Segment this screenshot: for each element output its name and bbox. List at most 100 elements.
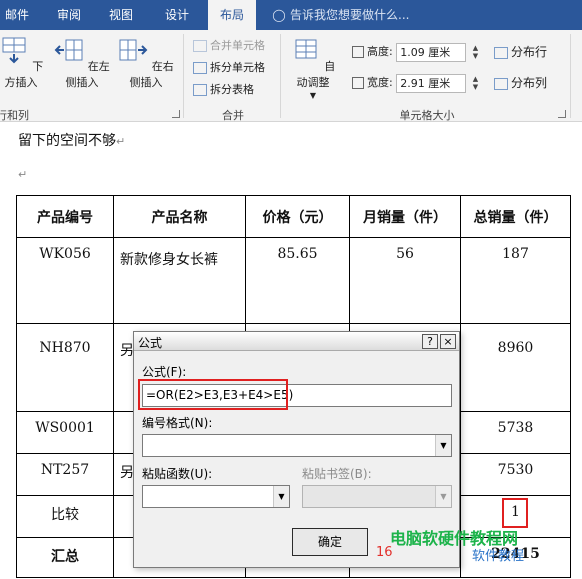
header-cell[interactable]: 产品名称 bbox=[113, 195, 246, 238]
rows-cols-launcher-icon[interactable] bbox=[172, 110, 180, 118]
table-cell[interactable]: 8960 bbox=[460, 323, 571, 412]
paste-function-select[interactable]: ▼ bbox=[142, 485, 290, 508]
height-arrows[interactable]: ▲ ▼ bbox=[470, 43, 482, 62]
row-height-icon bbox=[352, 46, 364, 58]
insert-left-icon bbox=[54, 39, 83, 61]
merge-cells-button[interactable]: 合并单元格 bbox=[193, 36, 265, 56]
group-label-cell-size: 单元格大小 bbox=[399, 109, 455, 122]
watermark-number: 16 bbox=[376, 545, 393, 560]
paragraph-line: 留下的空间不够↵ bbox=[18, 130, 125, 150]
group-separator bbox=[280, 34, 281, 118]
merge-cells-label: 合并单元格 bbox=[210, 39, 265, 52]
spin-up-icon[interactable]: ▲ bbox=[473, 75, 478, 83]
chevron-down-icon[interactable]: ▼ bbox=[273, 486, 289, 507]
table-cell[interactable]: 汇总 bbox=[16, 537, 114, 578]
height-label: 高度: bbox=[367, 45, 393, 58]
help-button[interactable]: ? bbox=[422, 334, 438, 349]
tab-layout[interactable]: 布局 bbox=[208, 0, 256, 30]
distribute-rows-icon bbox=[494, 46, 508, 59]
tell-me-text: 告诉我您想要做什么... bbox=[290, 8, 410, 22]
distribute-rows-button[interactable]: 分布行 bbox=[494, 42, 547, 62]
chevron-down-icon[interactable]: ▼ bbox=[435, 435, 451, 456]
split-table-button[interactable]: 拆分表格 bbox=[193, 80, 254, 100]
paste-bookmark-select: ▼ bbox=[302, 485, 452, 508]
split-cells-label: 拆分单元格 bbox=[210, 61, 265, 74]
height-spinner[interactable]: 高度: 1.09 厘米 ▲ ▼ bbox=[352, 42, 482, 62]
paste-function-label: 粘贴函数(U): bbox=[142, 467, 213, 481]
tab-mailings[interactable]: 邮件 bbox=[0, 0, 34, 30]
chevron-down-icon: ▼ bbox=[435, 486, 451, 507]
insert-right-label: 在右侧插入 bbox=[129, 60, 174, 89]
table-cell[interactable]: NT257 bbox=[16, 453, 114, 496]
insert-left-button[interactable]: 在左侧插入 bbox=[52, 36, 112, 96]
close-button[interactable]: × bbox=[440, 334, 456, 349]
width-input[interactable]: 2.91 厘米 bbox=[396, 73, 467, 93]
header-cell[interactable]: 总销量（件） bbox=[460, 195, 571, 238]
autofit-label: 自动调整 bbox=[296, 60, 336, 89]
autofit-button[interactable]: 自动调整 ▼ bbox=[286, 36, 340, 100]
distribute-cols-button[interactable]: 分布列 bbox=[494, 73, 547, 93]
paragraph-mark-icon: ↵ bbox=[18, 168, 28, 181]
dialog-title-bar[interactable]: 公式 ? × bbox=[134, 332, 459, 351]
dialog-title: 公式 bbox=[138, 336, 163, 350]
tell-me-box[interactable]: ◯ 告诉我您想要做什么... bbox=[272, 0, 409, 30]
width-arrows[interactable]: ▲ ▼ bbox=[470, 74, 482, 93]
formula-highlight-box bbox=[138, 379, 288, 410]
table-cell[interactable]: 56 bbox=[349, 237, 461, 324]
table-cell[interactable]: NH870 bbox=[16, 323, 114, 412]
height-input[interactable]: 1.09 厘米 bbox=[396, 42, 467, 62]
watermark-subtitle: 软件教程 bbox=[472, 549, 525, 564]
merge-cells-icon bbox=[193, 40, 207, 52]
table-cell[interactable]: 新款修身女长裤 bbox=[113, 237, 246, 324]
table-cell[interactable]: 85.65 bbox=[245, 237, 350, 324]
split-cells-button[interactable]: 拆分单元格 bbox=[193, 58, 265, 78]
table-header-row: 产品编号 产品名称 价格（元） 月销量（件） 总销量（件） bbox=[16, 195, 571, 238]
group-separator bbox=[183, 34, 184, 118]
group-separator bbox=[570, 34, 571, 118]
distribute-rows-label: 分布行 bbox=[511, 45, 548, 59]
width-label: 宽度: bbox=[367, 76, 393, 89]
paste-bookmark-label: 粘贴书签(B): bbox=[302, 467, 372, 481]
header-cell[interactable]: 产品编号 bbox=[16, 195, 114, 238]
table-cell[interactable]: WK056 bbox=[16, 237, 114, 324]
insert-below-icon bbox=[2, 37, 26, 64]
split-table-icon bbox=[193, 84, 207, 96]
empty-paragraph: ↵ bbox=[18, 166, 27, 182]
tab-view[interactable]: 视图 bbox=[98, 0, 144, 30]
lightbulb-icon: ◯ bbox=[272, 8, 286, 22]
table-cell[interactable]: 187 bbox=[460, 237, 571, 324]
insert-right-icon bbox=[119, 39, 148, 61]
header-cell[interactable]: 月销量（件） bbox=[349, 195, 461, 238]
result-highlight-box bbox=[502, 498, 528, 528]
insert-below-button[interactable]: 下方插入 bbox=[0, 36, 48, 96]
insert-below-label: 下方插入 bbox=[4, 60, 44, 89]
spin-up-icon[interactable]: ▲ bbox=[473, 44, 478, 52]
distribute-cols-label: 分布列 bbox=[511, 76, 548, 90]
number-format-label: 编号格式(N): bbox=[142, 416, 213, 430]
insert-right-button[interactable]: 在右侧插入 bbox=[116, 36, 176, 96]
cell-size-launcher-icon[interactable] bbox=[558, 110, 566, 118]
table-cell[interactable]: 5738 bbox=[460, 411, 571, 454]
group-label-rows-cols: 行和列 bbox=[0, 109, 29, 122]
split-table-label: 拆分表格 bbox=[210, 83, 254, 96]
ok-button[interactable]: 确定 bbox=[292, 528, 368, 556]
spin-down-icon[interactable]: ▼ bbox=[473, 83, 478, 91]
number-format-select[interactable]: ▼ bbox=[142, 434, 452, 457]
spin-down-icon[interactable]: ▼ bbox=[473, 52, 478, 60]
group-label-merge: 合并 bbox=[222, 109, 244, 122]
column-width-icon bbox=[352, 77, 364, 89]
tab-design[interactable]: 设计 bbox=[154, 0, 200, 30]
table-cell[interactable]: 比较 bbox=[16, 495, 114, 538]
ribbon-tab-bar: 邮件 审阅 视图 设计 布局 ◯ 告诉我您想要做什么... bbox=[0, 0, 582, 30]
width-spinner[interactable]: 宽度: 2.91 厘米 ▲ ▼ bbox=[352, 73, 482, 93]
table-cell[interactable]: WS0001 bbox=[16, 411, 114, 454]
table-cell[interactable]: 7530 bbox=[460, 453, 571, 496]
autofit-dropdown-icon: ▼ bbox=[309, 91, 317, 100]
header-cell[interactable]: 价格（元） bbox=[245, 195, 350, 238]
paragraph-text: 留下的空间不够 bbox=[18, 133, 116, 149]
split-cells-icon bbox=[193, 62, 207, 74]
formula-label: 公式(F): bbox=[142, 365, 187, 379]
tab-review[interactable]: 审阅 bbox=[46, 0, 92, 30]
ribbon-body: 下方插入 在左侧插入 在右侧插入 行和列 合并单元格 拆分单元格 拆分表格 合并 bbox=[0, 30, 582, 122]
table-row: WK056 新款修身女长裤 85.65 56 187 bbox=[16, 237, 571, 324]
